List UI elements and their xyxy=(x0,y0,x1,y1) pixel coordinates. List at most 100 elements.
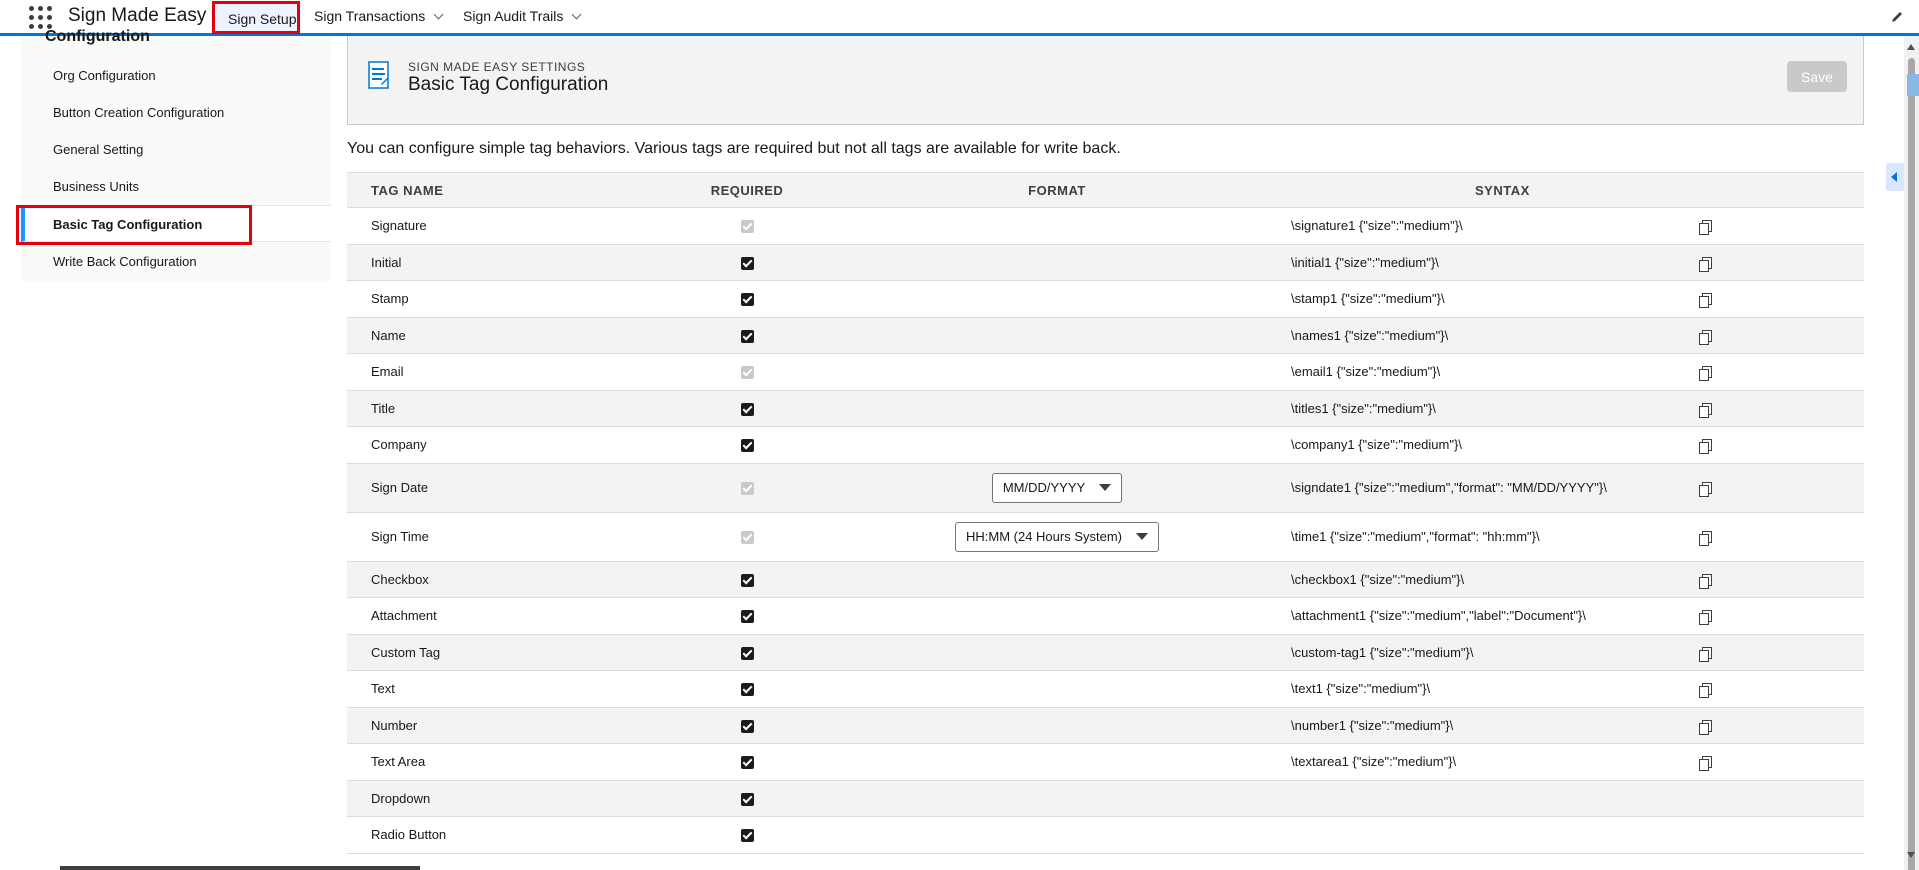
copy-icon[interactable] xyxy=(1699,756,1712,772)
format-select[interactable]: MM/DD/YYYY xyxy=(991,472,1123,503)
nav-tab-sign-audit-trails[interactable]: Sign Audit Trails xyxy=(463,8,582,24)
tag-name-cell: Dropdown xyxy=(347,780,647,817)
copy-icon[interactable] xyxy=(1699,646,1712,662)
app-launcher-icon[interactable] xyxy=(28,5,52,29)
required-checkbox xyxy=(740,220,754,234)
copy-icon[interactable] xyxy=(1699,531,1712,547)
sidebar-item-general-setting[interactable]: General Setting xyxy=(21,131,331,168)
pencil-icon[interactable] xyxy=(1890,10,1904,24)
required-checkbox[interactable] xyxy=(740,402,754,416)
required-checkbox[interactable] xyxy=(740,329,754,343)
page-header: SIGN MADE EASY SETTINGS Basic Tag Config… xyxy=(347,36,1864,125)
tag-name-cell: Radio Button xyxy=(347,816,647,854)
copy-icon[interactable] xyxy=(1699,329,1712,345)
utility-panel-tab[interactable] xyxy=(1907,74,1919,96)
required-checkbox[interactable] xyxy=(740,683,754,697)
copy-icon[interactable] xyxy=(1699,573,1712,589)
scroll-up-arrow-icon[interactable] xyxy=(1907,44,1915,50)
required-checkbox xyxy=(740,531,754,545)
copy-icon[interactable] xyxy=(1699,256,1712,272)
format-cell xyxy=(847,597,1267,635)
required-cell xyxy=(647,390,847,427)
format-cell xyxy=(847,244,1267,281)
document-icon xyxy=(368,61,389,89)
required-cell xyxy=(647,244,847,281)
scroll-down-arrow-icon[interactable] xyxy=(1907,852,1915,858)
nav-tab-sign-transactions[interactable]: Sign Transactions xyxy=(314,8,444,24)
syntax-cell: \signature1 {"size":"medium"}\ xyxy=(1267,207,1699,245)
format-cell xyxy=(847,670,1267,708)
copy-icon[interactable] xyxy=(1699,610,1712,626)
required-cell xyxy=(647,280,847,318)
copy-cell xyxy=(1699,816,1864,854)
scrollbar-thumb[interactable] xyxy=(1908,58,1915,870)
tag-name-cell: Name xyxy=(347,317,647,354)
copy-cell xyxy=(1699,244,1864,281)
chevron-down-icon[interactable] xyxy=(433,9,444,19)
required-checkbox[interactable] xyxy=(740,610,754,624)
copy-icon[interactable] xyxy=(1699,683,1712,699)
required-cell xyxy=(647,597,847,635)
save-button[interactable]: Save xyxy=(1787,61,1847,92)
tag-configuration-table: TAG NAME REQUIRED FORMAT SYNTAX Signatur… xyxy=(347,172,1864,854)
required-checkbox[interactable] xyxy=(740,573,754,587)
tag-name-cell: Sign Date xyxy=(347,463,647,513)
sidebar-item-button-creation-configuration[interactable]: Button Creation Configuration xyxy=(21,94,331,131)
copy-icon[interactable] xyxy=(1699,402,1712,418)
caret-down-icon[interactable] xyxy=(1099,484,1112,491)
copy-icon[interactable] xyxy=(1699,439,1712,455)
required-checkbox[interactable] xyxy=(740,756,754,770)
copy-icon[interactable] xyxy=(1699,293,1712,309)
syntax-cell: \stamp1 {"size":"medium"}\ xyxy=(1267,280,1699,318)
format-cell xyxy=(847,816,1267,854)
sidebar-item-business-units[interactable]: Business Units xyxy=(21,168,331,205)
copy-icon[interactable] xyxy=(1699,482,1712,498)
table-row: Stamp \stamp1 {"size":"medium"}\ xyxy=(347,280,1864,318)
format-cell xyxy=(847,317,1267,354)
table-row: Name \names1 {"size":"medium"}\ xyxy=(347,317,1864,354)
intro-text: You can configure simple tag behaviors. … xyxy=(347,140,1121,157)
tag-name-cell: Number xyxy=(347,707,647,744)
required-checkbox xyxy=(740,482,754,496)
table-row: Email \email1 {"size":"medium"}\ xyxy=(347,353,1864,391)
copy-cell xyxy=(1699,597,1864,635)
table-row: Signature \signature1 {"size":"medium"}\ xyxy=(347,207,1864,245)
format-cell xyxy=(847,561,1267,598)
caret-down-icon[interactable] xyxy=(1136,533,1149,540)
tag-name-cell: Checkbox xyxy=(347,561,647,598)
collapse-panel-toggle[interactable] xyxy=(1886,163,1904,191)
sidebar-item-org-configuration[interactable]: Org Configuration xyxy=(21,57,331,94)
required-checkbox[interactable] xyxy=(740,719,754,733)
copy-cell xyxy=(1699,780,1864,817)
required-cell xyxy=(647,670,847,708)
required-checkbox[interactable] xyxy=(740,256,754,270)
table-row: Company \company1 {"size":"medium"}\ xyxy=(347,426,1864,464)
copy-icon[interactable] xyxy=(1699,220,1712,236)
format-cell xyxy=(847,634,1267,671)
sidebar-item-write-back-configuration[interactable]: Write Back Configuration xyxy=(21,243,331,280)
copy-icon[interactable] xyxy=(1699,366,1712,382)
format-select[interactable]: HH:MM (24 Hours System) xyxy=(954,521,1160,552)
tag-name-cell: Sign Time xyxy=(347,512,647,562)
column-header-tag-name: TAG NAME xyxy=(347,172,647,208)
table-row: Text \text1 {"size":"medium"}\ xyxy=(347,670,1864,708)
syntax-cell: \custom-tag1 {"size":"medium"}\ xyxy=(1267,634,1699,671)
settings-sidebar: Configuration Org Configuration Button C… xyxy=(21,28,331,282)
copy-cell xyxy=(1699,353,1864,391)
sidebar-heading: Configuration xyxy=(45,28,150,45)
required-checkbox[interactable] xyxy=(740,792,754,806)
copy-icon[interactable] xyxy=(1699,719,1712,735)
required-checkbox[interactable] xyxy=(740,829,754,843)
tag-name-cell: Text xyxy=(347,670,647,708)
table-row: Radio Button xyxy=(347,816,1864,854)
chevron-down-icon[interactable] xyxy=(571,9,582,19)
syntax-cell: \names1 {"size":"medium"}\ xyxy=(1267,317,1699,354)
required-checkbox xyxy=(740,366,754,380)
required-checkbox[interactable] xyxy=(740,646,754,660)
nav-tab-sign-setup[interactable]: Sign Setup xyxy=(212,1,300,34)
syntax-cell: \attachment1 {"size":"medium","label":"D… xyxy=(1267,597,1699,635)
required-checkbox[interactable] xyxy=(740,293,754,307)
table-row: Dropdown xyxy=(347,780,1864,817)
required-checkbox[interactable] xyxy=(740,439,754,453)
scrollbar[interactable] xyxy=(1904,36,1919,870)
